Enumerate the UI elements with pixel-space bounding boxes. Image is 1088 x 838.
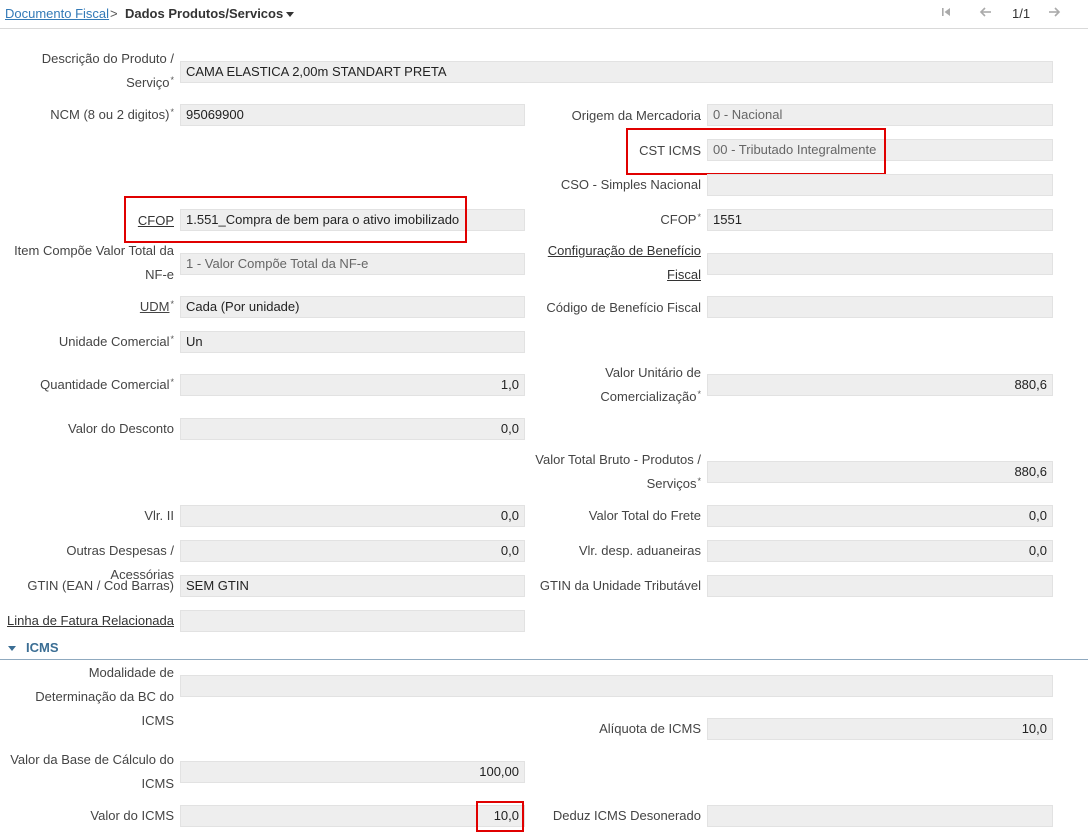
breadcrumb-separator: > [110,6,118,21]
deduz-desonerado-field[interactable] [707,805,1053,827]
highlight-box-valor-icms [476,801,524,832]
base-calculo-label-line1: Valor da Base de Cálculo do [10,752,174,767]
breadcrumb-bar: Documento Fiscal > Dados Produtos/Servic… [0,0,1088,29]
cfop-field[interactable]: 1551 [707,209,1053,231]
breadcrumb-documento-fiscal-link[interactable]: Documento Fiscal [5,6,109,21]
unidade-comercial-field[interactable]: Un [180,331,525,353]
valor-total-bruto-label: Valor Total Bruto - Produtos / Serviços* [535,448,701,496]
valor-frete-label: Valor Total do Frete [588,508,701,523]
valor-total-bruto-label-line2: Serviços [646,476,697,491]
valor-desconto-label: Valor do Desconto [68,421,174,436]
descricao-label-line2: Serviço [126,75,170,90]
quantidade-comercial-label-text: Quantidade Comercial [40,377,170,392]
linha-fatura-label[interactable]: Linha de Fatura Relacionada [7,609,174,633]
item-compoe-label: Item Compõe Valor Total da NF-e [14,239,174,287]
caret-down-icon [8,646,16,651]
pager-value[interactable]: 1/1 [1012,6,1030,21]
config-beneficio-label-line1: Configuração de Benefício [547,243,701,258]
required-mark: * [697,212,701,222]
modalidade-label-line1: Modalidade de [88,665,174,680]
first-page-icon[interactable] [940,5,952,22]
aliquota-field[interactable]: 10,0 [707,718,1053,740]
item-compoe-field[interactable]: 1 - Valor Compõe Total da NF-e [180,253,525,275]
deduz-desonerado-label: Deduz ICMS Desonerado [552,808,701,823]
cfop-label: CFOP* [660,208,701,232]
vlr-ii-label: Vlr. II [144,508,174,523]
chevron-down-icon [286,12,295,18]
icms-section-header[interactable]: ICMS [0,637,1088,660]
cso-label: CSO - Simples Nacional [560,177,701,192]
required-mark: * [170,334,174,344]
breadcrumb-current-label: Dados Produtos/Servicos [125,6,284,21]
gtin-field[interactable]: SEM GTIN [180,575,525,597]
ncm-label: NCM (8 ou 2 digitos)* [50,103,174,127]
valor-unitario-field[interactable]: 880,6 [707,374,1053,396]
valor-icms-field[interactable]: 10,0 [180,805,525,827]
valor-unitario-label-line1: Valor Unitário de [605,365,701,380]
required-mark: * [170,107,174,117]
arrow-left-icon[interactable] [979,5,993,22]
config-beneficio-label-line2: Fiscal [667,267,701,282]
valor-total-bruto-field[interactable]: 880,6 [707,461,1053,483]
quantidade-comercial-field[interactable]: 1,0 [180,374,525,396]
origem-label: Origem da Mercadoria [571,108,701,123]
required-mark: * [170,75,174,85]
required-mark: * [170,299,174,309]
vlr-ii-field[interactable]: 0,0 [180,505,525,527]
config-beneficio-field[interactable] [707,253,1053,275]
valor-total-bruto-label-line1: Valor Total Bruto - Produtos / [535,452,701,467]
unidade-comercial-label: Unidade Comercial* [59,330,174,354]
valor-desconto-field[interactable]: 0,0 [180,418,525,440]
udm-label: UDM* [140,295,174,319]
gtin-label: GTIN (EAN / Cod Barras) [27,578,174,593]
gtin-tributavel-field[interactable] [707,575,1053,597]
descricao-field[interactable]: CAMA ELASTICA 2,00m STANDART PRETA [180,61,1053,83]
base-calculo-label-line2: ICMS [141,776,175,791]
valor-unitario-label-line2: Comercialização [600,389,697,404]
ncm-field[interactable]: 95069900 [180,104,525,126]
unidade-comercial-label-text: Unidade Comercial [58,334,170,349]
base-calculo-label: Valor da Base de Cálculo do ICMS [10,748,174,796]
required-mark: * [170,377,174,387]
desp-aduaneiras-field[interactable]: 0,0 [707,540,1053,562]
udm-link[interactable]: UDM [140,299,170,314]
icms-section-title: ICMS [26,640,59,655]
modalidade-label-line2: Determinação da BC do ICMS [35,689,174,728]
config-beneficio-label[interactable]: Configuração de Benefício Fiscal [548,239,701,287]
item-compoe-label-line2: NF-e [145,267,174,282]
valor-frete-field[interactable]: 0,0 [707,505,1053,527]
highlight-box-cst-icms [626,128,886,175]
desp-aduaneiras-label: Vlr. desp. aduaneiras [578,543,701,558]
item-compoe-label-line1: Item Compõe Valor Total da [14,243,174,258]
modalidade-label: Modalidade de Determinação da BC do ICMS [0,661,174,733]
udm-field[interactable]: Cada (Por unidade) [180,296,525,318]
valor-icms-label: Valor do ICMS [90,808,174,823]
required-mark: * [697,476,701,486]
gtin-tributavel-label: GTIN da Unidade Tributável [539,578,701,593]
highlight-box-cfop [124,196,467,243]
cfop-label-text: CFOP [660,212,697,227]
linha-fatura-field[interactable] [180,610,525,632]
cso-field[interactable] [707,174,1053,196]
modalidade-field[interactable] [180,675,1053,697]
required-mark: * [697,389,701,399]
outras-despesas-field[interactable]: 0,0 [180,540,525,562]
arrow-right-icon[interactable] [1047,5,1061,22]
origem-field[interactable]: 0 - Nacional [707,104,1053,126]
breadcrumb-current[interactable]: Dados Produtos/Servicos [125,6,295,21]
descricao-label-line1: Descrição do Produto / [41,51,174,66]
valor-unitario-label: Valor Unitário de Comercialização* [600,361,701,409]
quantidade-comercial-label: Quantidade Comercial* [40,373,174,397]
ncm-label-text: NCM (8 ou 2 digitos) [50,107,170,122]
descricao-label: Descrição do Produto / Serviço* [42,47,174,95]
base-calculo-field[interactable]: 100,00 [180,761,525,783]
codigo-beneficio-label: Código de Benefício Fiscal [546,300,701,315]
aliquota-label: Alíquota de ICMS [599,721,701,736]
codigo-beneficio-field[interactable] [707,296,1053,318]
